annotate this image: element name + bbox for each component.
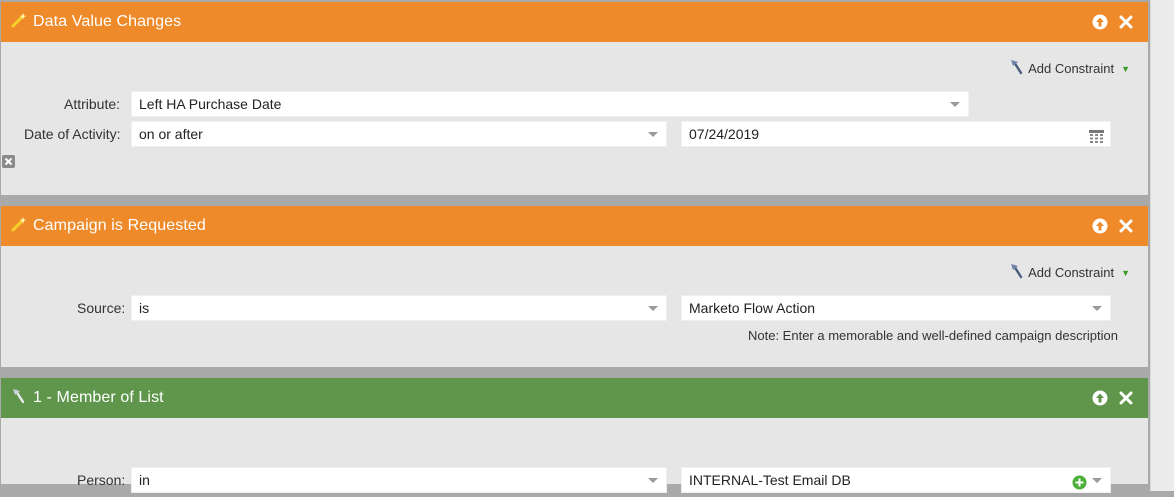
close-icon[interactable] bbox=[1118, 14, 1134, 30]
person-operator-value: in bbox=[139, 472, 150, 488]
move-up-icon[interactable] bbox=[1092, 14, 1108, 30]
panel-title: 1 - Member of List bbox=[33, 389, 164, 406]
trigger-wand-icon bbox=[11, 216, 27, 237]
campaign-note: Note: Enter a memorable and well-defined… bbox=[748, 328, 1118, 343]
date-operator-value: on or after bbox=[139, 126, 203, 142]
date-operator-select[interactable]: on or after bbox=[131, 121, 667, 147]
add-constraint-label: Add Constraint bbox=[1028, 61, 1115, 76]
attribute-select[interactable]: Left HA Purchase Date bbox=[131, 91, 969, 117]
panel-body: Add Constraint ▼ Source: is Marketo Flow… bbox=[1, 246, 1148, 367]
add-constraint-button[interactable]: Add Constraint ▼ bbox=[1009, 263, 1130, 282]
chevron-down-icon: ▼ bbox=[1121, 267, 1130, 278]
source-operator-value: is bbox=[139, 300, 150, 316]
dropdown-arrow-icon bbox=[1092, 478, 1102, 483]
filter-wand-icon bbox=[11, 388, 27, 409]
source-value-select[interactable]: Marketo Flow Action bbox=[681, 295, 1111, 321]
trigger-wand-icon bbox=[11, 12, 27, 33]
move-up-icon[interactable] bbox=[1092, 390, 1108, 406]
attribute-value: Left HA Purchase Date bbox=[139, 96, 282, 112]
date-value: 07/24/2019 bbox=[689, 126, 760, 142]
dropdown-arrow-icon bbox=[648, 132, 658, 137]
attribute-label: Attribute: bbox=[64, 96, 121, 112]
trigger-panel-campaign-is-requested: Campaign is Requested Add Constraint ▼ S… bbox=[1, 206, 1148, 367]
list-select[interactable]: INTERNAL-Test Email DB bbox=[681, 467, 1111, 493]
source-label: Source: bbox=[77, 300, 126, 316]
dropdown-arrow-icon bbox=[648, 306, 658, 311]
dropdown-arrow-icon bbox=[648, 478, 658, 483]
person-operator-select[interactable]: in bbox=[131, 467, 667, 493]
list-value: INTERNAL-Test Email DB bbox=[689, 472, 851, 488]
panel-title: Campaign is Requested bbox=[33, 217, 206, 234]
scrollbar-track[interactable] bbox=[1150, 0, 1174, 491]
add-constraint-label: Add Constraint bbox=[1028, 265, 1115, 280]
person-label: Person: bbox=[77, 472, 126, 488]
dropdown-arrow-icon bbox=[950, 102, 960, 107]
dropdown-arrow-icon bbox=[1092, 306, 1102, 311]
add-list-icon[interactable] bbox=[1072, 473, 1087, 497]
close-icon[interactable] bbox=[1118, 218, 1134, 234]
date-of-activity-label: Date of Activity: bbox=[24, 126, 121, 142]
filter-panel-header: 1 - Member of List bbox=[1, 378, 1148, 418]
chevron-down-icon: ▼ bbox=[1121, 63, 1130, 74]
wand-icon bbox=[1009, 59, 1025, 78]
trigger-panel-data-value-changes: Data Value Changes Add Constraint ▼ Attr… bbox=[1, 2, 1148, 195]
add-constraint-button[interactable]: Add Constraint ▼ bbox=[1009, 59, 1130, 78]
filter-panel-member-of-list: 1 - Member of List Person: in INTERNAL-T… bbox=[1, 378, 1148, 493]
source-value: Marketo Flow Action bbox=[689, 300, 816, 316]
source-operator-select[interactable]: is bbox=[131, 295, 667, 321]
remove-constraint-icon[interactable] bbox=[2, 155, 15, 168]
close-icon[interactable] bbox=[1118, 390, 1134, 406]
trigger-panel-header: Campaign is Requested bbox=[1, 206, 1148, 246]
wand-icon bbox=[1009, 263, 1025, 282]
trigger-panel-header: Data Value Changes bbox=[1, 2, 1148, 42]
panel-body: Person: in INTERNAL-Test Email DB bbox=[1, 418, 1148, 493]
date-input[interactable]: 07/24/2019 bbox=[681, 121, 1111, 147]
panel-title: Data Value Changes bbox=[33, 13, 182, 30]
panel-body: Add Constraint ▼ Attribute: Left HA Purc… bbox=[1, 42, 1148, 195]
move-up-icon[interactable] bbox=[1092, 218, 1108, 234]
calendar-icon[interactable] bbox=[1089, 127, 1104, 151]
